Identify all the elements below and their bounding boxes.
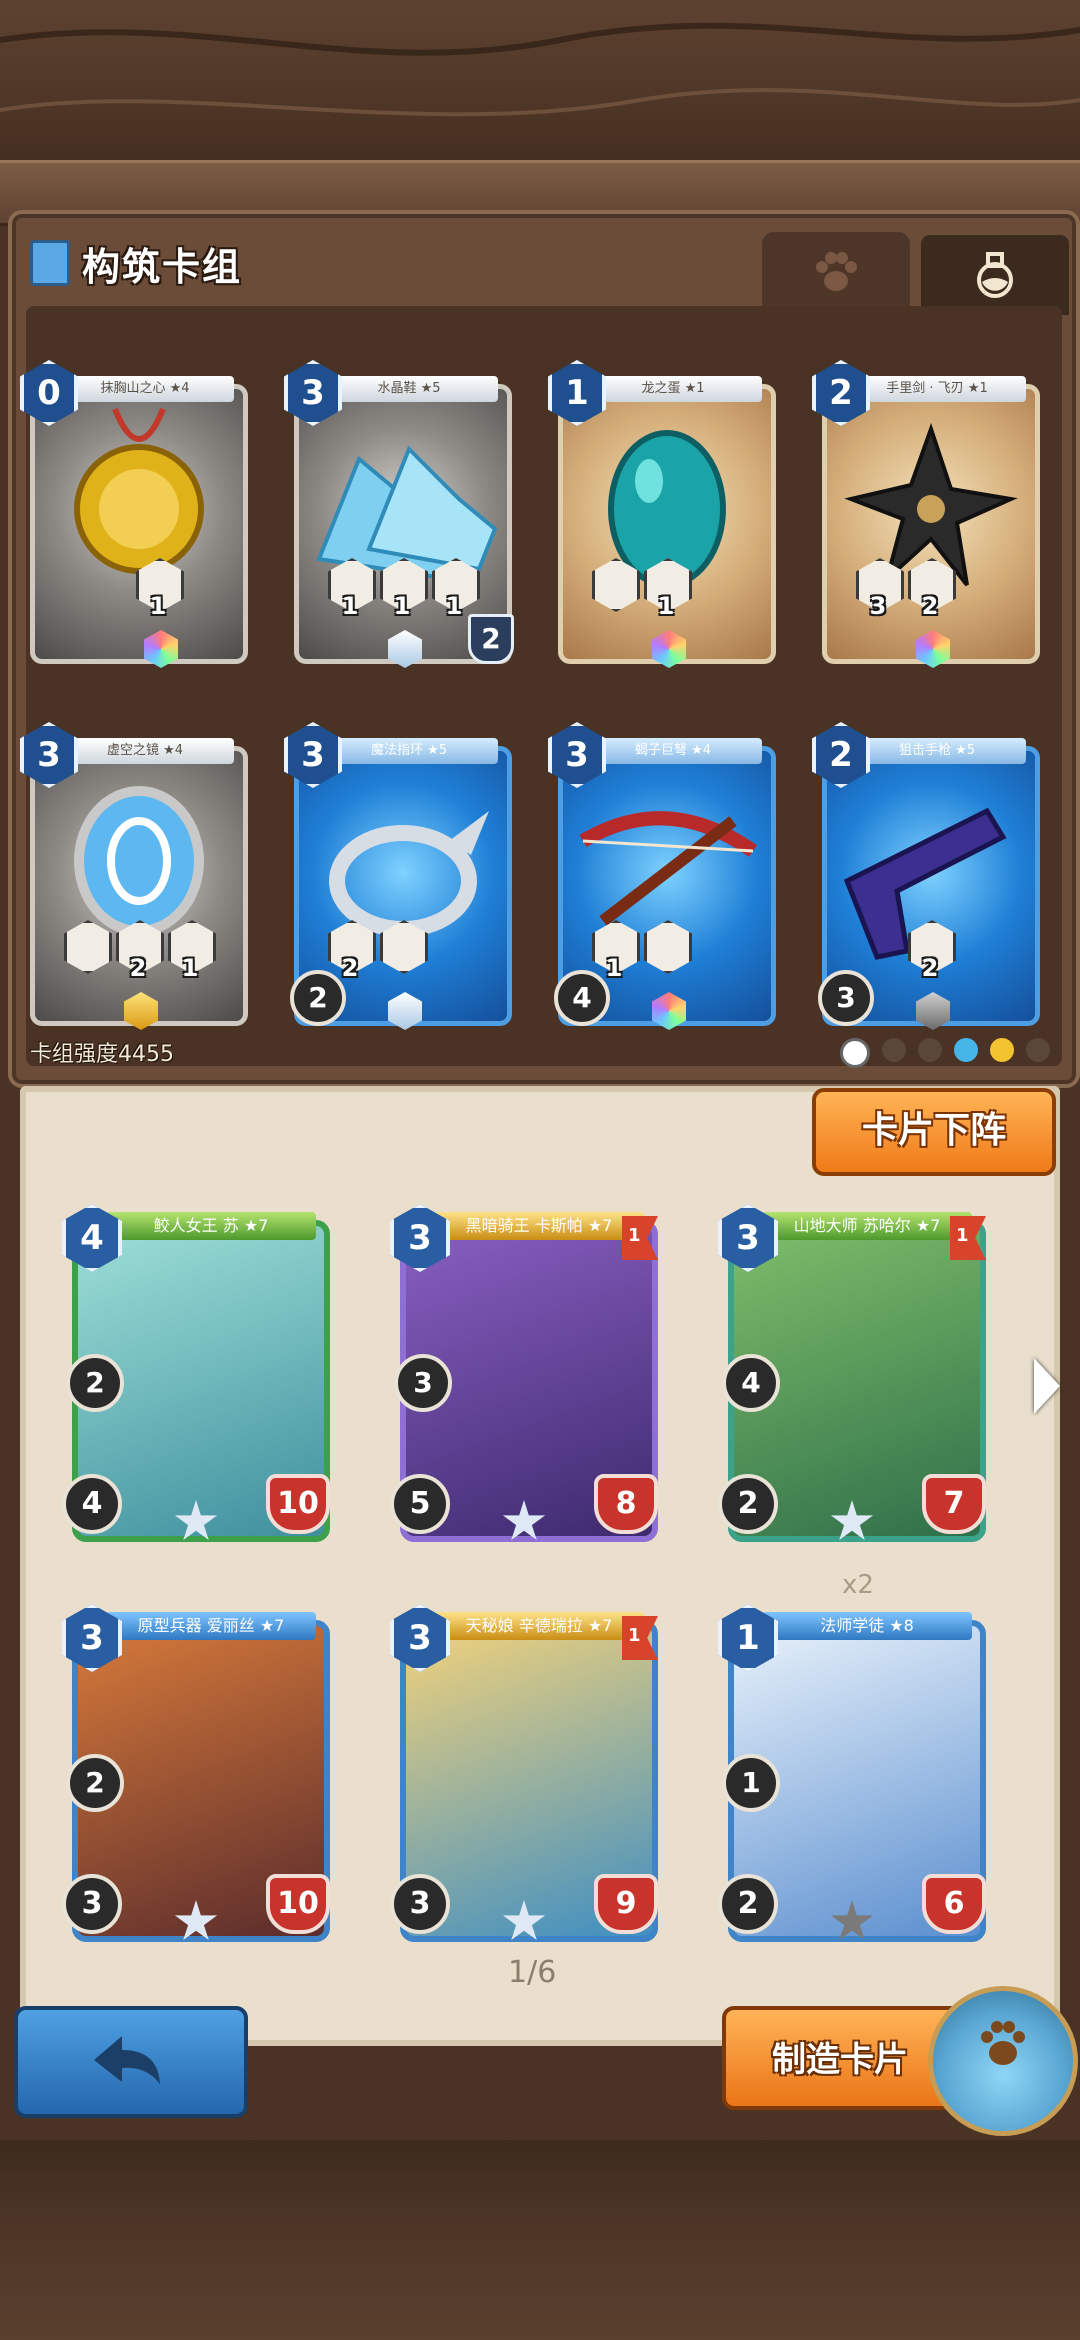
paw-icon: [981, 2021, 1025, 2065]
collection-card[interactable]: 原型兵器 爱丽丝 ★7 3 2 3 10: [62, 1604, 330, 1950]
stat-value: 1: [181, 954, 199, 982]
card-body: [822, 384, 1040, 664]
wood-background-bottom: [0, 2140, 1080, 2340]
stat-value: 1: [393, 592, 411, 620]
deck-card[interactable]: 手里剑 · 飞刃 ★1 2 3 2: [812, 360, 1040, 668]
back-button[interactable]: [14, 2006, 248, 2118]
health-badge: 7: [922, 1474, 986, 1534]
health-badge: 6: [922, 1874, 986, 1934]
stat-value: 2: [921, 592, 939, 620]
stat-value: 1: [657, 592, 675, 620]
filter-lightning-icon[interactable]: [990, 1038, 1014, 1062]
collection-card[interactable]: 天秘娘 辛德瑞拉 ★7 1 3 3 9: [390, 1604, 658, 1950]
card-name: 狙击手枪 ★5: [848, 738, 1026, 764]
card-name: 黑暗骑王 卡斯帕 ★7: [434, 1212, 644, 1240]
collection-card[interactable]: 山地大师 苏哈尔 ★7 1 3 4 2 7: [718, 1204, 986, 1550]
skill-badge: 3: [394, 1354, 452, 1412]
collection-card[interactable]: 鲛人女王 苏 ★7 4 2 4 10: [62, 1204, 330, 1550]
deck-card[interactable]: 龙之蛋 ★1 1 1: [548, 360, 776, 668]
skill-badge: 2: [66, 1754, 124, 1812]
skill-badge: 4: [722, 1354, 780, 1412]
stat-value: 1: [149, 592, 167, 620]
health-badge: 10: [266, 1474, 330, 1534]
attack-badge: 2: [290, 970, 346, 1026]
attack-badge: 2: [718, 1874, 778, 1934]
health-badge: 8: [594, 1474, 658, 1534]
deck-title: 构筑卡组: [82, 245, 243, 289]
stat-value: 3: [869, 592, 887, 620]
filter-beast-icon[interactable]: [882, 1038, 906, 1062]
card-name: 抹胸山之心 ★4: [56, 376, 234, 402]
health-badge: 9: [594, 1874, 658, 1934]
card-name: 原型兵器 爱丽丝 ★7: [106, 1612, 316, 1640]
attack-badge: 3: [818, 970, 874, 1026]
collection-card[interactable]: 黑暗骑王 卡斯帕 ★7 1 3 3 5 8: [390, 1204, 658, 1550]
attack-badge: 3: [62, 1874, 122, 1934]
card-name: 手里剑 · 飞刃 ★1: [848, 376, 1026, 402]
paw-icon: [816, 252, 857, 291]
book-icon: [30, 240, 70, 286]
card-name: 山地大师 苏哈尔 ★7: [762, 1212, 972, 1240]
health-badge: 10: [266, 1874, 330, 1934]
potion-jar-icon[interactable]: [928, 1986, 1078, 2136]
deck-card[interactable]: 魔法指环 ★5 3 2 2: [284, 722, 512, 1030]
skill-badge: 1: [722, 1754, 780, 1812]
attack-badge: 3: [390, 1874, 450, 1934]
attack-badge: 5: [390, 1474, 450, 1534]
next-page-arrow-icon[interactable]: [1034, 1358, 1060, 1414]
card-name: 龙之蛋 ★1: [584, 376, 762, 402]
duplicate-count: x2: [842, 1570, 874, 1600]
deck-card[interactable]: 狙击手枪 ★5 2 2 3: [812, 722, 1040, 1030]
filter-all-icon[interactable]: [840, 1038, 870, 1068]
card-body: [30, 384, 248, 664]
deck-card[interactable]: 蝎子巨弩 ★4 3 1 4: [548, 722, 776, 1030]
card-body: [30, 746, 248, 1026]
filter-fire-icon[interactable]: [1026, 1038, 1050, 1062]
stat-value: 1: [341, 592, 359, 620]
card-name: 虚空之镜 ★4: [56, 738, 234, 764]
filter-water-icon[interactable]: [954, 1038, 978, 1062]
type-filters: [840, 1038, 1050, 1068]
deck-card[interactable]: 水晶鞋 ★5 3 1 1 1 2: [284, 360, 514, 668]
attack-badge: 4: [62, 1474, 122, 1534]
filter-plant-icon[interactable]: [918, 1038, 942, 1062]
card-name: 法师学徒 ★8: [762, 1612, 972, 1640]
deck-card[interactable]: 虚空之镜 ★4 3 2 1: [20, 722, 248, 1030]
card-body: [558, 384, 776, 664]
attack-badge: 2: [718, 1474, 778, 1534]
back-arrow-icon: [94, 2036, 160, 2084]
card-name: 蝎子巨弩 ★4: [584, 738, 762, 764]
collection-card[interactable]: 法师学徒 ★8 1 1 2 6: [718, 1604, 986, 1950]
page-indicator: 1/6: [508, 1955, 557, 1990]
tab-items[interactable]: [918, 232, 1072, 315]
tab-pets[interactable]: [762, 232, 910, 312]
skill-badge: 2: [66, 1354, 124, 1412]
stat-value: 2: [129, 954, 147, 982]
card-name: 鲛人女王 苏 ★7: [106, 1212, 316, 1240]
deck-card[interactable]: 抹胸山之心 ★4 0 1: [20, 360, 248, 668]
shield-badge: 2: [468, 614, 514, 664]
stat-value: 2: [921, 954, 939, 982]
potion-icon: [977, 252, 1013, 298]
card-name: 水晶鞋 ★5: [320, 376, 498, 402]
deck-strength: 卡组强度4455: [30, 1042, 174, 1067]
remove-card-button[interactable]: 卡片下阵: [812, 1088, 1056, 1176]
attack-badge: 4: [554, 970, 610, 1026]
card-name: 魔法指环 ★5: [320, 738, 498, 764]
card-name: 天秘娘 辛德瑞拉 ★7: [434, 1612, 644, 1640]
